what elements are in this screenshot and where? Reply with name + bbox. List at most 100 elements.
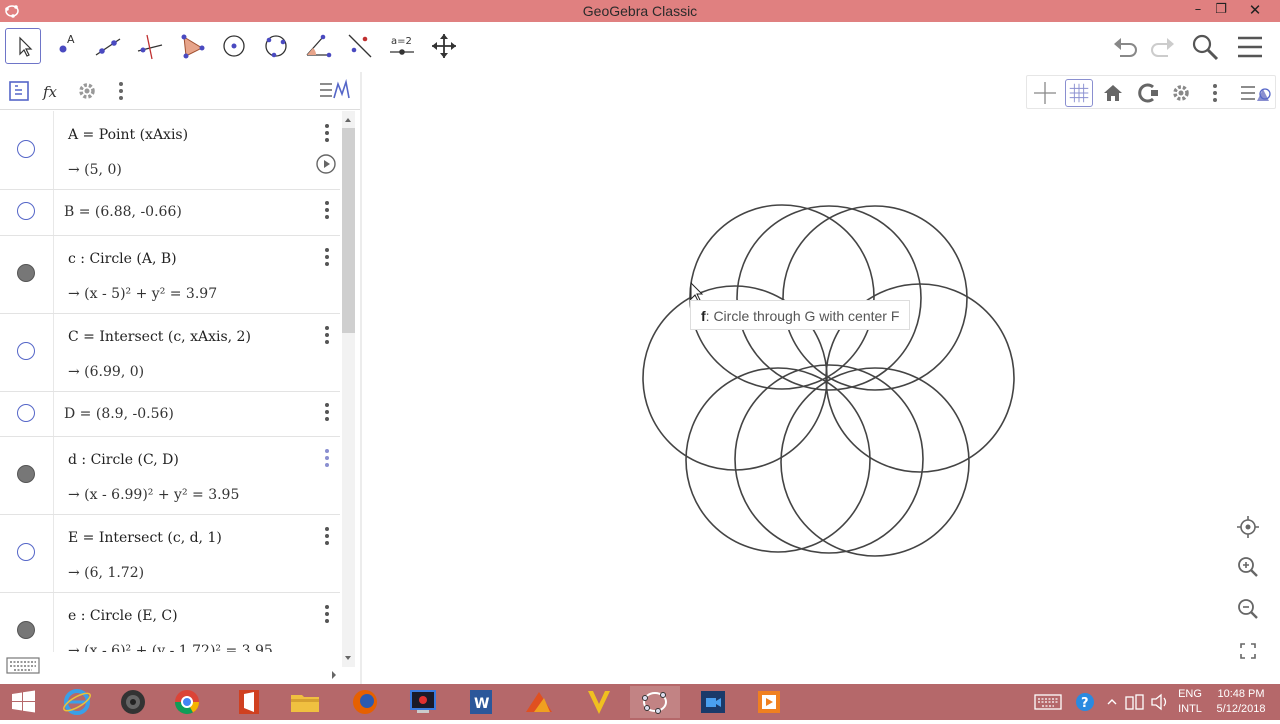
row-value: → (x - 5)² + y² = 3.97: [68, 286, 218, 302]
keyboard-icon[interactable]: [6, 656, 40, 676]
visibility-toggle[interactable]: [17, 202, 35, 220]
row-menu-icon[interactable]: [320, 325, 334, 345]
search-icon[interactable]: [1190, 32, 1220, 62]
firefox-icon[interactable]: [340, 686, 390, 718]
algebra-scroll-thumb[interactable]: [342, 128, 355, 333]
row-divider: [53, 437, 54, 514]
move-graphics-view-tool[interactable]: [426, 28, 462, 64]
reflect-tool[interactable]: [342, 28, 378, 64]
slider-tool[interactable]: a=2: [384, 28, 420, 64]
algebra-row-lower-d[interactable]: d : Circle (C, D) → (x - 6.99)² + y² = 3…: [0, 437, 340, 515]
internet-explorer-icon[interactable]: [52, 686, 102, 718]
zoom-in-icon[interactable]: [1234, 553, 1262, 581]
speaker-app-icon[interactable]: [108, 686, 158, 718]
undo-icon[interactable]: [1110, 32, 1142, 60]
row-value: → (5, 0): [68, 162, 122, 178]
visibility-toggle[interactable]: [17, 543, 35, 561]
slider-icon: a=2: [390, 36, 414, 55]
circle-center-point-tool[interactable]: [216, 28, 252, 64]
function-fx-icon[interactable]: fx: [40, 78, 66, 104]
show-hidden-icons-icon[interactable]: [1106, 696, 1118, 708]
graphics-settings-gear-icon[interactable]: [1167, 79, 1195, 107]
visibility-toggle[interactable]: [17, 465, 35, 483]
standard-view-icon[interactable]: [1234, 513, 1262, 541]
visibility-toggle[interactable]: [17, 404, 35, 422]
visibility-toggle[interactable]: [17, 264, 35, 282]
fullscreen-icon[interactable]: [1234, 637, 1262, 665]
zoom-out-icon[interactable]: [1234, 595, 1262, 623]
vectorize-app-icon[interactable]: [574, 686, 624, 718]
line-tool[interactable]: [90, 28, 126, 64]
graphics-style-bar-toggle-icon[interactable]: [1239, 79, 1273, 107]
visibility-toggle[interactable]: [17, 621, 35, 639]
row-menu-icon[interactable]: [320, 526, 334, 546]
algebra-row-a[interactable]: A = Point (xAxis) → (5, 0): [0, 111, 340, 190]
touch-keyboard-icon[interactable]: [1034, 693, 1062, 711]
perpendicular-line-tool[interactable]: [132, 28, 168, 64]
office-app-icon[interactable]: [224, 686, 274, 718]
chrome-icon[interactable]: [162, 686, 212, 718]
row-menu-icon[interactable]: [320, 604, 334, 624]
screen-recorder-icon[interactable]: [398, 686, 448, 718]
row-menu-icon[interactable]: [320, 200, 334, 220]
circle-three-points-tool[interactable]: [258, 28, 294, 64]
help-icon[interactable]: ?: [1074, 691, 1096, 713]
reflect-icon: [348, 34, 372, 58]
row-menu-icon[interactable]: [320, 402, 334, 422]
home-icon[interactable]: [1099, 79, 1127, 107]
file-explorer-icon[interactable]: [280, 686, 330, 718]
visibility-toggle[interactable]: [17, 140, 35, 158]
point-tool[interactable]: A: [48, 28, 84, 64]
circle-g: [782, 205, 968, 391]
scroll-up-arrow-icon[interactable]: [343, 116, 353, 124]
arrow-cursor-icon: [19, 36, 33, 57]
drawing-app-icon[interactable]: [514, 686, 564, 718]
row-definition: C = Intersect (c, xAxis, 2): [68, 329, 251, 345]
main-menu-icon[interactable]: [1236, 34, 1264, 60]
scroll-right-arrow-icon[interactable]: [330, 670, 338, 680]
algebra-style-bar-icon[interactable]: [318, 78, 352, 104]
move-tool[interactable]: [5, 28, 41, 64]
row-divider: [53, 190, 54, 235]
algebra-row-d[interactable]: D = (8.9, -0.56): [0, 392, 340, 437]
network-icon[interactable]: [1124, 693, 1146, 711]
algebra-row-capital-c[interactable]: C = Intersect (c, xAxis, 2) → (6.99, 0): [0, 314, 340, 392]
volume-icon[interactable]: [1150, 693, 1170, 711]
row-value: → (6, 1.72): [68, 565, 145, 581]
row-divider: [53, 111, 54, 189]
redo-icon[interactable]: [1146, 32, 1178, 60]
algebra-row-c[interactable]: c : Circle (A, B) → (x - 5)² + y² = 3.97: [0, 236, 340, 314]
grid-toggle-icon[interactable]: [1065, 79, 1093, 107]
angle-tool[interactable]: [300, 28, 336, 64]
row-definition: d : Circle (C, D): [68, 452, 179, 468]
clock[interactable]: 10:48 PM 5/12/2018: [1208, 688, 1274, 724]
word-icon[interactable]: W: [456, 686, 506, 718]
zoom-meeting-icon[interactable]: [688, 686, 738, 718]
row-definition: e : Circle (E, C): [68, 608, 178, 624]
close-button[interactable]: ✕: [1240, 0, 1270, 22]
graphics-view[interactable]: [362, 72, 1280, 684]
media-player-icon[interactable]: [744, 686, 794, 718]
row-menu-icon[interactable]: [320, 448, 334, 468]
circle-i: [780, 367, 970, 557]
row-menu-icon[interactable]: [320, 247, 334, 267]
keyboard-layout: INTL: [1178, 703, 1202, 715]
algebra-row-b[interactable]: B = (6.88, -0.66): [0, 190, 340, 236]
geogebra-taskbar-icon[interactable]: [630, 686, 680, 718]
restore-button[interactable]: ❐: [1206, 0, 1236, 22]
windows-start-icon[interactable]: [0, 686, 46, 718]
axes-toggle-icon[interactable]: [1031, 79, 1059, 107]
more-vertical-icon[interactable]: [108, 78, 134, 104]
point-capturing-icon[interactable]: [1133, 79, 1161, 107]
algebra-view-icon[interactable]: [6, 78, 32, 104]
polygon-tool[interactable]: [174, 28, 210, 64]
visibility-toggle[interactable]: [17, 342, 35, 360]
algebra-row-e[interactable]: E = Intersect (c, d, 1) → (6, 1.72): [0, 515, 340, 593]
language-indicator[interactable]: ENG INTL: [1178, 688, 1202, 724]
settings-gear-icon[interactable]: [74, 78, 100, 104]
scroll-down-arrow-icon[interactable]: [343, 654, 353, 662]
row-menu-icon[interactable]: [320, 123, 334, 143]
play-icon[interactable]: [315, 153, 337, 175]
graphics-more-vertical-icon[interactable]: [1201, 79, 1229, 107]
construction-canvas[interactable]: [362, 72, 1280, 684]
